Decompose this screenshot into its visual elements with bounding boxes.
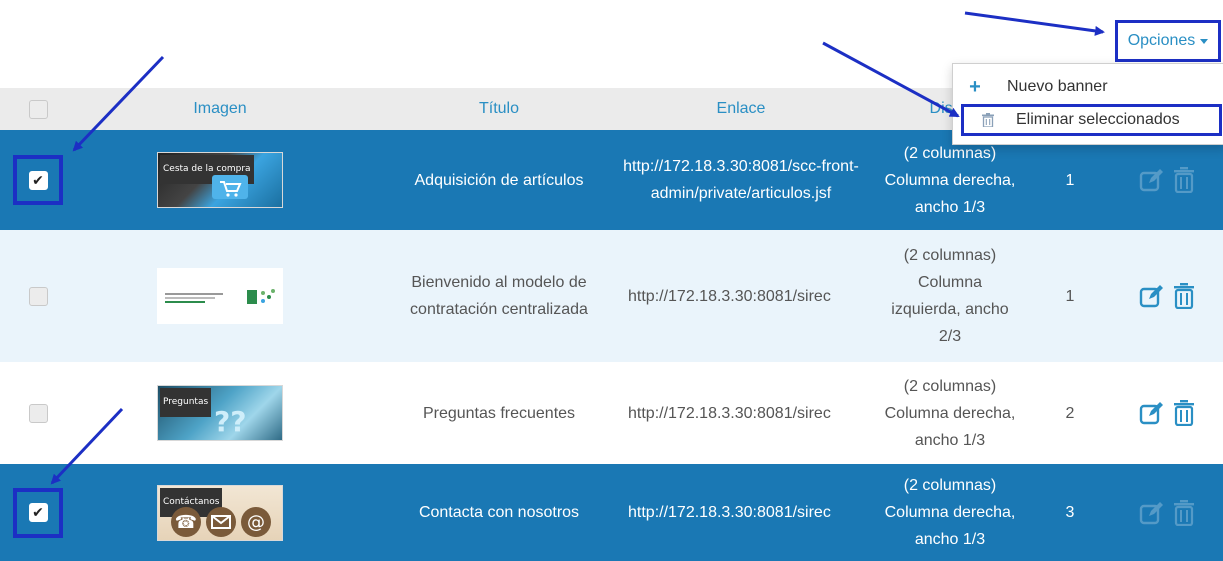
caret-down-icon <box>1200 38 1209 44</box>
banner-order: 2 <box>1065 404 1075 422</box>
menu-item-delete-selected[interactable]: Eliminar seleccionados <box>961 104 1222 136</box>
row-checkbox[interactable]: ✔ <box>28 503 48 522</box>
cart-icon <box>212 175 248 199</box>
highlight-frame: ✔ <box>13 487 63 538</box>
banner-order: 1 <box>1065 287 1075 305</box>
banner-graphic <box>165 289 275 304</box>
row-checkbox-cell: ✔ <box>10 130 66 230</box>
select-all-checkbox[interactable] <box>28 99 48 119</box>
row-checkbox[interactable]: ✔ <box>28 170 48 190</box>
arrow-to-options <box>964 11 1105 36</box>
column-header-image[interactable]: Imagen <box>150 88 290 130</box>
edit-icon[interactable] <box>1139 284 1165 308</box>
plus-icon: + <box>969 75 981 98</box>
row-checkbox[interactable] <box>28 286 48 306</box>
trash-icon[interactable] <box>1173 167 1195 193</box>
banner-title: Adquisición de artículos <box>414 171 584 189</box>
menu-item-label: Eliminar seleccionados <box>1016 111 1180 128</box>
banner-image-cell: Contáctanos ☎ @ <box>150 464 290 561</box>
trash-icon[interactable] <box>1173 400 1195 426</box>
banner-image-cell <box>150 230 290 362</box>
highlight-frame: ✔ <box>13 155 63 205</box>
question-marks-graphic: ?? <box>214 405 247 438</box>
banner-link: http://172.18.3.30:8081/sirec <box>628 504 831 521</box>
banner-disposition: (2 columnas) Columna derecha, ancho 1/3 <box>884 477 1016 548</box>
trash-icon[interactable] <box>1173 283 1195 309</box>
options-button[interactable]: Opciones <box>1115 20 1221 62</box>
thumbnail-caption: Preguntas <box>160 388 212 417</box>
svg-text:@: @ <box>247 512 265 533</box>
banner-title: Preguntas frecuentes <box>422 404 576 422</box>
menu-item-label: Nuevo banner <box>1007 78 1108 95</box>
edit-icon[interactable] <box>1139 501 1165 525</box>
banner-disposition: (2 columnas) Columna derecha, ancho 1/3 <box>884 144 1016 216</box>
row-actions <box>1112 130 1222 230</box>
trash-icon[interactable] <box>1173 499 1195 526</box>
table-row[interactable]: Preguntas ?? Preguntas frecuentes http:/… <box>0 362 1223 464</box>
banner-image-cell: Preguntas ?? <box>150 362 290 464</box>
banner-thumbnail: Preguntas ?? <box>157 385 283 441</box>
banner-link: http://172.18.3.30:8081/sirec <box>628 287 831 305</box>
banner-link: http://172.18.3.30:8081/scc-front-admin/… <box>623 158 859 202</box>
row-checkbox[interactable] <box>28 403 48 423</box>
edit-icon[interactable] <box>1139 168 1165 192</box>
banner-title: Contacta con nosotros <box>418 504 580 521</box>
options-label: Opciones <box>1127 32 1196 49</box>
banner-disposition: (2 columnas) Columna derecha, ancho 1/3 <box>884 377 1016 449</box>
select-all-checkbox-cell[interactable] <box>10 88 66 130</box>
banner-thumbnail <box>157 268 283 324</box>
svg-text:☎: ☎ <box>175 512 197 533</box>
row-actions <box>1112 230 1222 362</box>
column-header-link[interactable]: Enlace <box>612 88 870 130</box>
banner-link: http://172.18.3.30:8081/sirec <box>628 404 831 422</box>
banner-order: 3 <box>1065 504 1075 521</box>
options-dropdown-menu: + Nuevo banner Eliminar seleccionados <box>952 63 1223 145</box>
trash-icon <box>978 113 998 127</box>
table-row[interactable]: Bienvenido al modelo de contratación cen… <box>0 230 1223 362</box>
menu-item-new-banner[interactable]: + Nuevo banner <box>953 74 1223 100</box>
row-checkbox-cell <box>10 362 66 464</box>
banner-title: Bienvenido al modelo de contratación cen… <box>410 274 588 318</box>
column-header-title[interactable]: Título <box>390 88 608 130</box>
banner-image-cell: Cesta de la compra <box>150 130 290 230</box>
banner-order: 1 <box>1065 171 1075 189</box>
row-checkbox-cell: ✔ <box>10 464 66 561</box>
row-actions <box>1112 362 1222 464</box>
contact-icons-graphic: ☎ @ <box>171 506 271 537</box>
banner-thumbnail: Cesta de la compra <box>157 152 283 208</box>
edit-icon[interactable] <box>1139 401 1165 425</box>
row-checkbox-cell <box>10 230 66 362</box>
row-actions <box>1112 464 1222 561</box>
banner-disposition: (2 columnas) Columna izquierda, ancho 2/… <box>891 247 1009 345</box>
banner-thumbnail: Contáctanos ☎ @ <box>157 484 283 541</box>
table-row[interactable]: ✔ Cesta de la compra Adquisición de artí… <box>0 130 1223 230</box>
table-row[interactable]: ✔ Contáctanos ☎ @ Contacta con nosotros h… <box>0 464 1223 561</box>
